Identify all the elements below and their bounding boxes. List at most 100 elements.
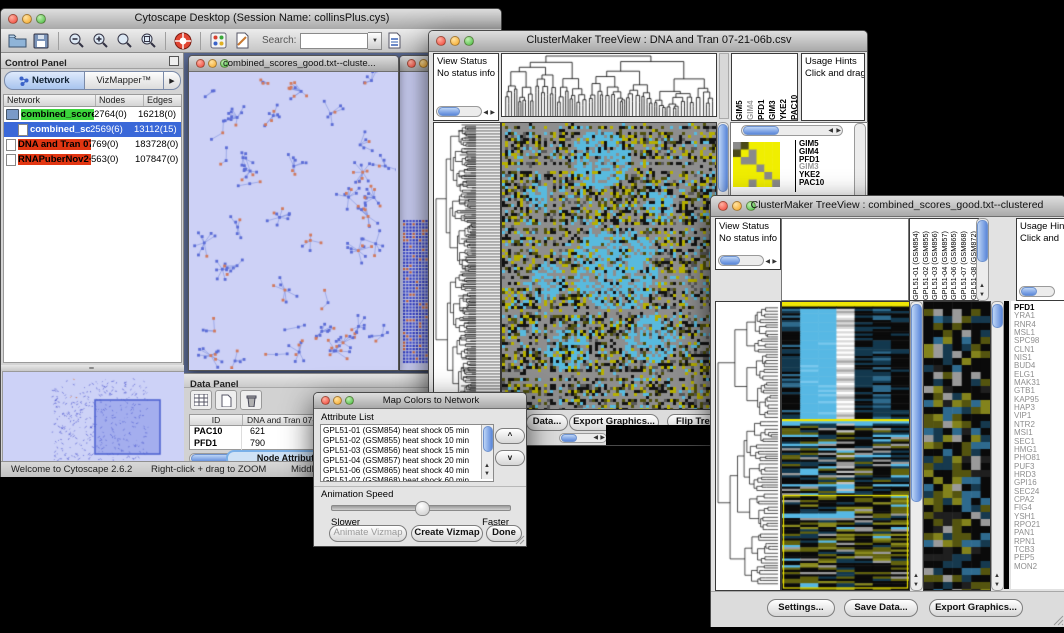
float-panel-icon[interactable] [169,56,179,66]
main-title-bar[interactable]: Cytoscape Desktop (Session Name: collins… [1,9,501,30]
dialog-title-bar[interactable]: Map Colors to Network [314,393,526,409]
open-session-icon[interactable] [6,31,28,51]
save-data-button[interactable]: Save Data... [844,599,918,617]
scroll-up-icon[interactable]: ▲ [994,572,1000,580]
close-button[interactable] [407,59,416,68]
new-attribute-icon[interactable] [215,390,237,410]
tv1-view-status-text: No status info f [437,68,498,79]
scroll-up-icon[interactable]: ▲ [913,572,919,580]
save-session-icon[interactable] [30,31,52,51]
scroll-right-icon[interactable]: ▶ [772,258,777,266]
zoom-selected-icon[interactable] [137,31,159,51]
tv1-usage-hints-text: Click and drag to [805,68,864,79]
scroll-left-icon[interactable]: ◀ [483,109,488,117]
close-button[interactable] [8,14,18,24]
tv2-collabels-vscrollbar[interactable]: ▲ ▼ [976,218,989,301]
attribute-item[interactable]: GPL51-02 (GSM855) heat shock 10 min [323,436,481,446]
attribute-item[interactable]: GPL51-01 (GSM854) heat shock 05 min [323,426,481,436]
create-vizmap-button[interactable]: Create Vizmap [411,525,483,542]
network-row[interactable]: combined_scores2764(0)16218(0) [4,107,181,122]
animate-vizmap-button[interactable]: Animate Vizmap [329,525,407,542]
tab-overflow-button[interactable]: ▶ [164,71,181,90]
attribute-item[interactable]: GPL51-03 (GSM856) heat shock 15 min [323,446,481,456]
save-data-button[interactable]: Data... [526,414,568,431]
close-button[interactable] [718,201,728,211]
col-nodes[interactable]: Nodes [96,95,144,106]
tv1-summary-heatmap[interactable] [733,142,780,187]
tv1-heatmap[interactable] [501,122,717,410]
tv2-column-dendrogram-area[interactable] [781,218,909,301]
network-view-canvas[interactable] [189,72,396,369]
tv2-hints-scrollbar[interactable] [1019,286,1055,297]
scroll-right-icon[interactable]: ▶ [490,109,495,117]
network-window-1[interactable]: combined_scores_good.txt--cluste... [188,55,399,371]
close-button[interactable] [196,59,205,68]
annotation-icon[interactable] [231,31,253,51]
tv2-heatmap-vscrollbar[interactable]: ▲ ▼ [910,301,923,591]
scroll-down-icon[interactable]: ▼ [913,581,919,589]
tv2-gene-item[interactable]: MON2 [1014,563,1064,571]
tv1-status-scrollbar[interactable] [436,106,482,117]
attribute-table-icon[interactable] [190,390,212,410]
data-col-id[interactable]: ID [190,415,243,425]
slider-thumb[interactable] [415,501,430,516]
attribute-item[interactable]: GPL51-06 (GSM865) heat shock 40 min [323,466,481,476]
scroll-left-icon[interactable]: ◀ [828,127,833,135]
zoom-fit-icon[interactable] [113,31,135,51]
search-input[interactable] [300,33,368,49]
import-table-icon[interactable] [383,31,405,51]
scroll-down-icon[interactable]: ▼ [484,470,490,478]
tv1-summary-hscrollbar[interactable]: ◀ ▶ [741,125,843,136]
network-row[interactable]: DNA and Tran 07769(0)183728(0) [4,137,181,152]
close-button[interactable] [436,36,446,46]
attribute-listbox[interactable]: GPL51-01 (GSM854) heat shock 05 minGPL51… [320,424,494,482]
attribute-item[interactable]: GPL51-04 (GSM857) heat shock 20 min [323,456,481,466]
minimize-button[interactable] [333,396,342,405]
treeview1-title-bar[interactable]: ClusterMaker TreeView : DNA and Tran 07-… [429,31,867,52]
tv1-column-dendrogram[interactable] [501,53,717,117]
scroll-right-icon[interactable]: ▶ [836,127,841,135]
birdseye-view[interactable] [2,371,185,463]
scroll-left-icon[interactable]: ◀ [593,434,598,442]
help-icon[interactable] [172,31,194,51]
scroll-down-icon[interactable]: ▼ [994,581,1000,589]
tv2-row-dendrogram[interactable] [715,301,781,591]
tab-vizmapper[interactable]: VizMapper™ [85,71,165,90]
delete-attribute-icon[interactable] [240,390,262,410]
search-dropdown-button[interactable]: ▼ [368,32,382,50]
attribute-item[interactable]: GPL51-07 (GSM868) heat shock 60 min [323,476,481,482]
network-window-1-title-bar[interactable]: combined_scores_good.txt--cluste... [189,56,398,72]
scroll-up-icon[interactable]: ▲ [979,282,985,290]
minimize-button[interactable] [419,59,428,68]
scroll-left-icon[interactable]: ◀ [765,258,770,266]
tv1-bottom-scrollbar[interactable]: ◀ ▶ [559,433,607,443]
scroll-up-icon[interactable]: ▲ [484,462,490,470]
tv1-gene-labels: GIM5GIM4PFD1GIM3YKE2PAC10 [795,140,843,192]
col-edges[interactable]: Edges [144,95,181,106]
animation-speed-slider[interactable] [331,505,511,511]
settings-button[interactable]: Settings... [767,599,835,617]
scroll-right-icon[interactable]: ▶ [600,434,605,442]
tv2-zoom-vscrollbar[interactable]: ▲ ▼ [991,301,1004,591]
tv2-zoom-heatmap[interactable] [923,301,991,591]
move-up-button[interactable]: ^ [495,428,525,444]
close-button[interactable] [321,396,330,405]
zoom-out-icon[interactable] [65,31,87,51]
scroll-down-icon[interactable]: ▼ [979,291,985,299]
treeview2-title-bar[interactable]: ClusterMaker TreeView : combined_scores_… [711,196,1064,217]
tv2-heatmap[interactable] [781,301,910,591]
tv2-status-scrollbar[interactable] [718,255,764,266]
export-graphics-button[interactable]: Export Graphics... [929,599,1023,617]
move-down-button[interactable]: v [495,450,525,466]
minimize-button[interactable] [208,59,217,68]
zoom-in-icon[interactable] [89,31,111,51]
col-network[interactable]: Network [4,95,96,106]
tv1-row-dendrogram[interactable] [433,122,501,410]
resize-grip-icon[interactable] [515,535,525,545]
attribute-list-vscrollbar[interactable]: ▲ ▼ [481,425,493,479]
network-row[interactable]: combined_sco2569(6)13112(15) [4,122,181,137]
resize-grip-icon[interactable] [1052,614,1064,626]
vizmapper-icon[interactable] [207,31,229,51]
tab-network[interactable]: Network [4,71,85,90]
network-row[interactable]: RNAPuberNov2+!563(0)107847(0) [4,152,181,167]
